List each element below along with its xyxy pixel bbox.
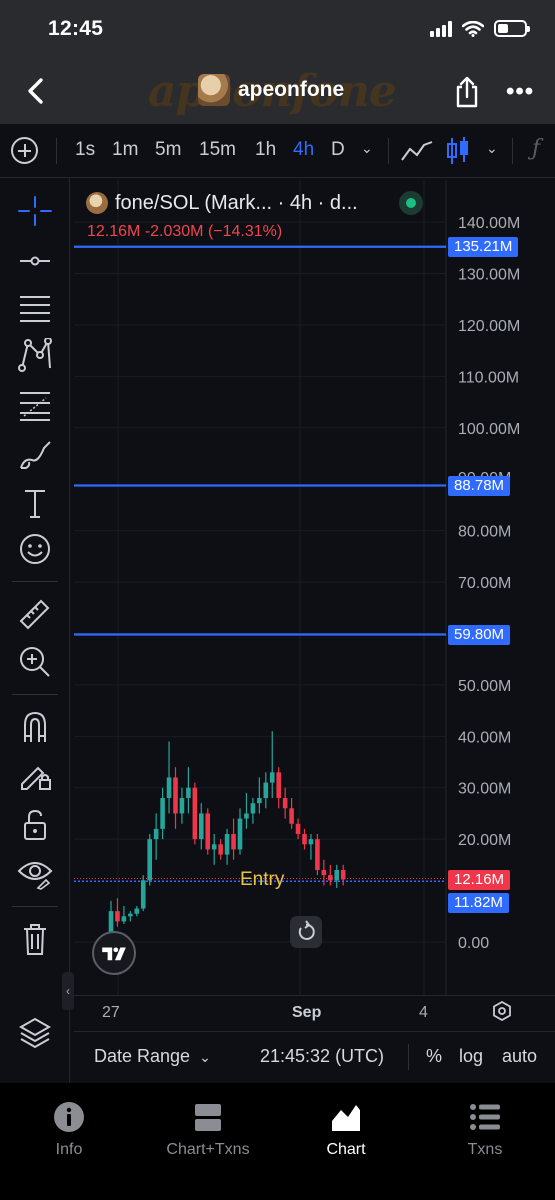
candle-body [282,798,288,809]
date-range-selector[interactable]: Date Range ⌄ [94,1046,211,1067]
price-axis-label: 130.00M [458,267,520,284]
candle-body [328,875,333,881]
candle-body [263,782,269,799]
candle-body [308,839,314,845]
candle-body [269,772,275,783]
candle-body [289,808,294,824]
candle-body [211,844,217,850]
price-axis-label: 30.00M [458,781,511,798]
candle-body [321,870,327,876]
chart-bottom-controls: Date Range ⌄ 21:45:32 (UTC) % log auto [74,1031,555,1083]
candle-body [160,798,165,829]
candle-body [115,911,120,922]
date-label: 27 [102,1004,120,1021]
bottom-tab-bar: Info Chart+Txns Chart Txns [0,1083,555,1200]
tradingview-logo-icon[interactable] [92,931,136,975]
candle-body [257,798,262,804]
candle-body [166,777,172,799]
tab-label: Chart [326,1141,366,1158]
tab-label: Chart+Txns [166,1141,250,1158]
candle-body [134,908,140,914]
chevron-down-icon: ⌄ [199,1049,211,1065]
price-tag-59m: 59.80M [448,625,511,645]
candle-body [237,818,243,850]
price-axis-label: 80.00M [458,524,511,541]
candle-body [334,870,340,881]
candle-body [179,798,185,814]
candle-body [295,823,301,835]
price-axis-label: 70.00M [458,575,511,592]
date-range-label: Date Range [94,1046,191,1066]
tab-chart-txns[interactable]: Chart+Txns [153,1101,263,1159]
candle-body [218,844,223,855]
tab-txns[interactable]: Txns [430,1101,540,1159]
candle-body [140,880,146,909]
reset-chart-icon[interactable] [290,916,322,948]
current-price-tag: 12.16M [448,870,511,890]
price-tag-135m: 135.21M [448,237,519,257]
ohlc-values: 12.16M -2.030M (−14.31%) [87,223,283,240]
candle-body [276,772,281,799]
time-axis[interactable]: 27 Sep 4 [74,995,555,1031]
pair-avatar [86,192,108,214]
entry-line-label: Entry [240,869,285,890]
info-icon [54,1102,84,1132]
candle-body [205,813,211,850]
price-axis-label: 100.00M [458,421,520,438]
candle-body [173,777,178,814]
tab-info[interactable]: Info [14,1101,124,1159]
candle-body [250,803,256,814]
candle-body [192,787,198,840]
price-axis-label: 40.00M [458,729,511,746]
price-axis-label: 20.00M [458,832,511,849]
split-view-icon [195,1104,221,1131]
utc-clock[interactable]: 21:45:32 (UTC) [260,1046,384,1067]
price-axis-label: 120.00M [458,318,520,335]
candle-body [302,834,307,845]
percent-scale-toggle[interactable]: % [426,1046,442,1067]
divider [408,1044,409,1070]
candle-body [147,839,152,881]
candle-body [199,813,204,840]
date-label: 4 [419,1004,428,1021]
log-scale-toggle[interactable]: log [459,1046,483,1067]
price-tag-88m: 88.78M [448,476,511,496]
auto-scale-toggle[interactable]: auto [502,1046,537,1067]
candle-body [224,834,230,855]
tab-chart[interactable]: Chart [291,1101,401,1159]
candle-body [186,787,191,799]
candle-body [121,916,127,922]
candle-body [153,828,159,840]
price-axis-label: 110.00M [458,369,519,386]
entry-price-tag: 11.82M [448,893,509,913]
price-axis-label: 50.00M [458,678,511,695]
tab-label: Info [55,1141,83,1158]
chart-settings-hexagon-icon[interactable] [492,1001,512,1021]
list-icon [470,1104,500,1130]
candle-body [340,870,346,880]
candle-body [231,834,236,850]
candle-body [128,913,133,917]
candle-body [315,839,320,871]
price-axis-label: 0.00 [458,935,489,952]
market-status-dot-icon [399,191,423,215]
candle-body [244,813,249,819]
candle-body [108,911,114,932]
date-label: Sep [292,1004,322,1021]
pair-title: fone/SOL (Mark... · 4h · d... [115,191,358,214]
area-chart-icon [332,1105,360,1131]
tab-label: Txns [467,1141,503,1158]
chart-legend[interactable]: fone/SOL (Mark... · 4h · d... [86,188,358,218]
price-axis-label: 140.00M [458,215,520,232]
